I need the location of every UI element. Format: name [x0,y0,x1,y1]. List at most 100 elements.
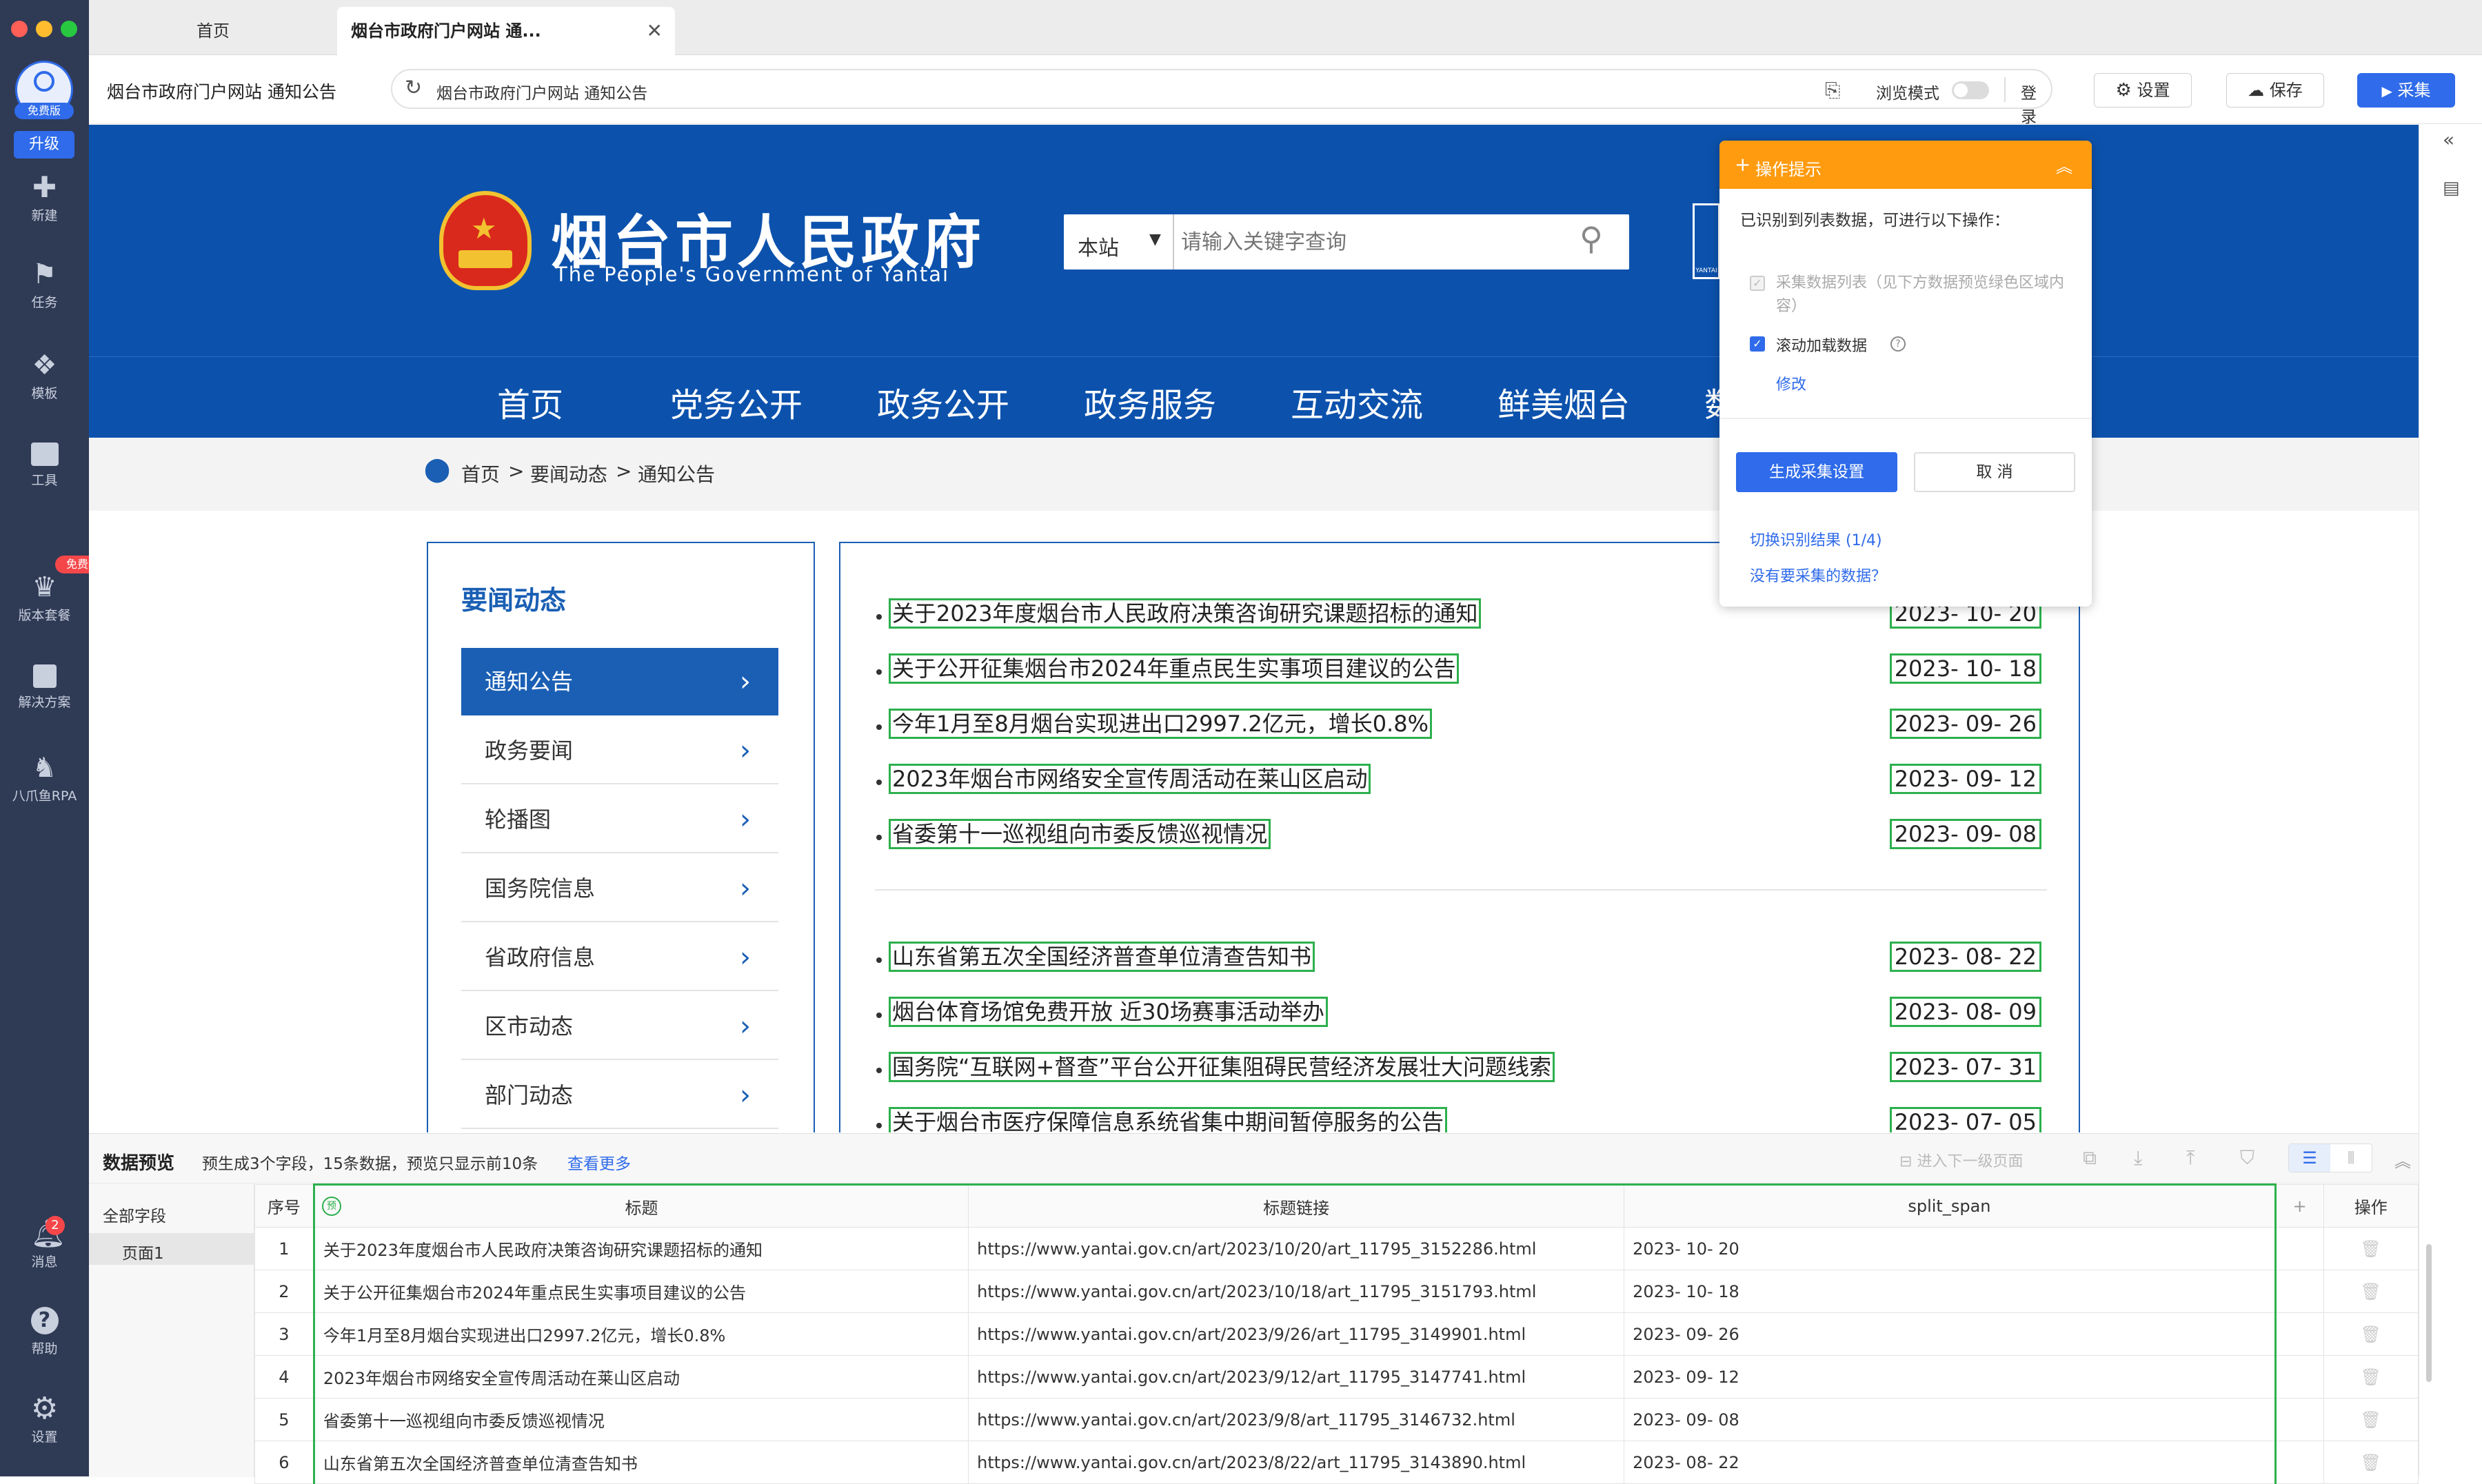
sidebar-item-plans[interactable]: ♛ 版本套餐 免费试用 [0,556,121,624]
scroll-load-checkbox[interactable]: ✓ [1750,336,1765,352]
cell-split-span[interactable]: 2023- 08- 22 [1624,1441,2277,1484]
cell-title[interactable]: 山东省第五次全国经济普查单位清查告知书 [312,1441,969,1484]
cell-link[interactable]: https://www.yantai.gov.cn/art/2023/9/12/… [968,1355,1625,1399]
left-nav-item-notices[interactable]: 通知公告 › [461,648,778,715]
page-info-icon[interactable]: ⎘ [1825,79,1840,102]
collapse-preview-icon[interactable]: ︽ [2394,1148,2411,1172]
side-panel-icon[interactable]: ▤ [2443,178,2460,199]
nav-party-affairs[interactable]: 党务公开 [670,378,803,426]
cancel-button[interactable]: 取 消 [1914,452,2075,492]
trash-icon[interactable]: 🗑︎ [2323,1398,2419,1441]
left-nav-item-state-council[interactable]: 国务院信息 › [461,855,778,922]
nav-government-affairs[interactable]: 政务公开 [877,378,1009,426]
sidebar-item-template[interactable]: ❖ 模板 [0,352,89,402]
breadcrumb-home[interactable]: 首页 [461,460,500,487]
save-button[interactable]: ☁ 保存 [2226,73,2324,108]
nav-government-services[interactable]: 政务服务 [1084,378,1216,426]
news-link[interactable]: 国务院“互联网+督查”平台公开征集阻碍民营经济发展壮大问题线索 [889,1052,1555,1082]
search-icon[interactable]: ⚲ [1580,220,1603,257]
left-nav-item-province[interactable]: 省政府信息 › [461,924,778,991]
cell-split-span[interactable]: 2023- 10- 18 [1624,1270,2277,1313]
next-level-button[interactable]: ⊟ 进入下一级页面 [1899,1149,2023,1171]
close-icon[interactable]: ✕ [647,7,663,55]
nav-interaction[interactable]: 互动交流 [1291,378,1423,426]
cell-title[interactable]: 2023年烟台市网络安全宣传周活动在莱山区启动 [312,1355,969,1399]
collapse-icon[interactable]: ︽ [2056,153,2072,177]
search-input[interactable] [1181,221,1567,263]
collect-button[interactable]: ▶ 采集 [2357,73,2455,108]
trash-icon[interactable]: 🗑︎ [2323,1312,2419,1356]
settings-button[interactable]: ⚙ 设置 [2094,73,2192,108]
sidebar-item-task[interactable]: ⚑ 任务 [0,261,89,311]
left-nav-item-carousel[interactable]: 轮播图 › [461,786,778,853]
help-circle-icon[interactable]: ? [1890,336,1906,352]
nav-home[interactable]: 首页 [497,378,563,426]
trash-icon[interactable]: 🗑︎ [2323,1227,2419,1270]
search-scope-select[interactable]: 本站 ▼ [1064,214,1174,270]
filter-icon[interactable]: ⛉ [2240,1146,2254,1170]
news-link[interactable]: 关于烟台市医疗保障信息系统省集中期间暂停服务的公告 [889,1107,1448,1132]
sidebar-item-help[interactable]: ? 帮助 [0,1307,89,1357]
cell-title[interactable]: 关于公开征集烟台市2024年重点民生实事项目建议的公告 [312,1270,969,1313]
cell-link[interactable]: https://www.yantai.gov.cn/art/2023/8/22/… [968,1441,1625,1484]
news-link[interactable]: 2023年烟台市网络安全宣传周活动在莱山区启动 [889,764,1371,794]
refresh-icon[interactable]: ↻ [405,76,422,100]
view-more-link[interactable]: 查看更多 [567,1150,631,1174]
download-icon[interactable]: ⤓ [2134,1146,2142,1170]
news-link[interactable]: 今年1月至8月烟台实现进出口2997.2亿元，增长0.8% [889,709,1432,739]
tab-current-page[interactable]: 烟台市政府门户网站 通... ✕ [337,7,675,55]
preview-scrollbar[interactable] [2426,1244,2432,1382]
trash-icon[interactable]: 🗑︎ [2323,1441,2419,1484]
cell-split-span[interactable]: 2023- 10- 20 [1624,1227,2277,1270]
window-zoom-button[interactable] [61,21,77,37]
cell-link[interactable]: https://www.yantai.gov.cn/art/2023/9/8/a… [968,1398,1625,1441]
generate-settings-button[interactable]: 生成采集设置 [1736,452,1897,492]
left-nav-item-districts[interactable]: 区市动态 › [461,993,778,1060]
no-data-link[interactable]: 没有要采集的数据？ [1750,564,1886,586]
list-view-toggle[interactable]: ☰ ⫴ [2288,1144,2372,1172]
tab-home[interactable]: 首页 [89,7,337,55]
add-column-button[interactable]: + [2274,1184,2324,1228]
window-minimize-button[interactable] [36,21,52,37]
avatar[interactable]: 免费版 [14,61,74,119]
nav-beautiful-yantai[interactable]: 鲜美烟台 [1497,378,1630,426]
left-nav-item-news[interactable]: 政务要闻 › [461,717,778,784]
sidebar-item-new[interactable]: ✚ 新建 [0,173,89,224]
breadcrumb-news[interactable]: 要闻动态 [530,460,607,487]
column-header-split-span[interactable]: split_span [1624,1183,2277,1228]
cell-title[interactable]: 关于2023年度烟台市人民政府决策咨询研究课题招标的通知 [312,1227,969,1270]
news-link[interactable]: 关于2023年度烟台市人民政府决策咨询研究课题招标的通知 [889,598,1482,629]
cell-link[interactable]: https://www.yantai.gov.cn/art/2023/10/18… [968,1270,1625,1313]
sidebar-item-tools[interactable]: 工具 [0,443,89,489]
sidebar-item-rpa[interactable]: ♞ 八爪鱼RPA [0,754,89,804]
cell-title[interactable]: 省委第十一巡视组向市委反馈巡视情况 [312,1398,969,1441]
sidebar-item-settings[interactable]: ⚙ 设置 [0,1394,89,1445]
collapse-panel-icon[interactable]: « [2443,128,2454,151]
url-text[interactable]: 烟台市政府门户网站 通知公告 [436,80,647,103]
upload-icon[interactable]: ⤒ [2186,1146,2195,1170]
column-header-title[interactable]: 预 标题 [312,1183,969,1228]
cell-split-span[interactable]: 2023- 09- 12 [1624,1355,2277,1399]
cell-link[interactable]: https://www.yantai.gov.cn/art/2023/9/26/… [968,1312,1625,1356]
cell-split-span[interactable]: 2023- 09- 26 [1624,1312,2277,1356]
address-bar[interactable]: ↻ 烟台市政府门户网站 通知公告 ⎘ 浏览模式 登录网站 ⛨ [391,69,2110,173]
left-nav-item-departments[interactable]: 部门动态 › [461,1061,778,1129]
column-header-link[interactable]: 标题链接 [968,1183,1625,1228]
cell-title[interactable]: 今年1月至8月烟台实现进出口2997.2亿元，增长0.8% [312,1312,969,1356]
news-link[interactable]: 山东省第五次全国经济普查单位清查告知书 [889,942,1315,972]
cell-split-span[interactable]: 2023- 09- 08 [1624,1398,2277,1441]
switch-result-link[interactable]: 切换识别结果 (1/4) [1750,528,1882,550]
news-link[interactable]: 省委第十一巡视组向市委反馈巡视情况 [889,819,1271,849]
sidebar-item-messages[interactable]: 🔔︎ 消息 2 [0,1216,89,1270]
list-view-icon[interactable]: ☰ [2289,1144,2330,1172]
modify-link[interactable]: 修改 [1776,372,1806,394]
trash-icon[interactable]: 🗑︎ [2323,1355,2419,1399]
column-view-icon[interactable]: ⫴ [2330,1144,2372,1172]
cell-link[interactable]: https://www.yantai.gov.cn/art/2023/10/20… [968,1227,1625,1270]
copy-icon[interactable]: ⧉ [2083,1146,2097,1170]
news-link[interactable]: 关于公开征集烟台市2024年重点民生实事项目建议的公告 [889,653,1460,684]
window-close-button[interactable] [11,21,28,37]
upgrade-button[interactable]: 升级 [14,131,74,159]
page1-item[interactable]: 页面1 [89,1233,254,1265]
browse-mode-toggle[interactable] [1952,81,1989,99]
